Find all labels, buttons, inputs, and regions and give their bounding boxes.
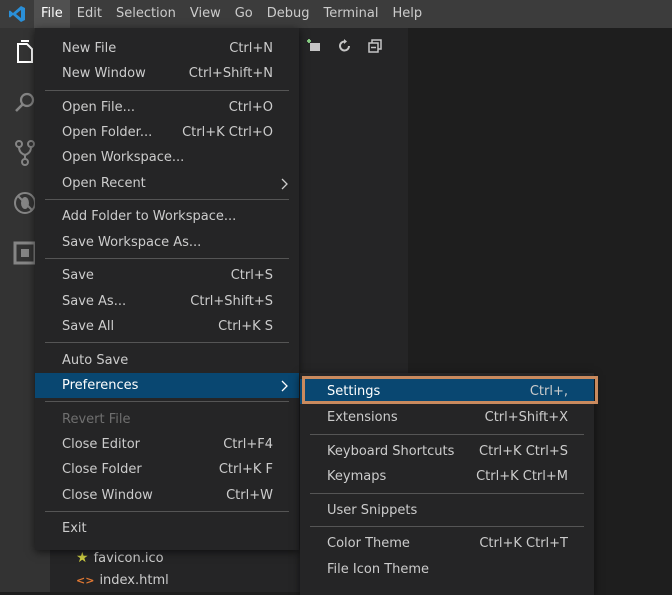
new-file-icon[interactable]: [307, 38, 323, 54]
preferences-submenu: Settings Ctrl+, Extensions Ctrl+Shift+X …: [300, 373, 594, 595]
menu-separator: [45, 90, 289, 91]
menu-debug[interactable]: Debug: [260, 0, 317, 28]
menu-item-save-as[interactable]: Save As... Ctrl+Shift+S: [35, 289, 299, 314]
menu-separator: [45, 401, 289, 402]
menu-item-keyboard-shortcuts[interactable]: Keyboard Shortcuts Ctrl+K Ctrl+S: [300, 439, 594, 464]
menu-separator: [45, 199, 289, 200]
menu-item-new-window[interactable]: New Window Ctrl+Shift+N: [35, 61, 299, 86]
menu-item-color-theme[interactable]: Color Theme Ctrl+K Ctrl+T: [300, 531, 594, 556]
chevron-right-icon: [279, 373, 289, 398]
menu-item-settings[interactable]: Settings Ctrl+,: [300, 379, 594, 404]
menu-separator: [45, 258, 289, 259]
menu-view[interactable]: View: [183, 0, 228, 28]
menu-help[interactable]: Help: [385, 0, 429, 28]
star-icon: ★: [76, 550, 89, 566]
menu-item-open-workspace[interactable]: Open Workspace...: [35, 145, 299, 170]
refresh-icon[interactable]: [337, 38, 353, 54]
menu-item-file-icon-theme[interactable]: File Icon Theme: [300, 557, 594, 582]
menu-separator: [310, 434, 584, 435]
menu-item-exit[interactable]: Exit: [35, 516, 299, 541]
menu-selection[interactable]: Selection: [109, 0, 183, 28]
menu-separator: [45, 342, 289, 343]
menu-item-user-snippets[interactable]: User Snippets: [300, 498, 594, 523]
menu-item-keymaps[interactable]: Keymaps Ctrl+K Ctrl+M: [300, 464, 594, 489]
file-name: index.html: [99, 572, 169, 588]
menu-separator: [310, 526, 584, 527]
menu-item-open-recent[interactable]: Open Recent: [35, 171, 299, 196]
menu-go[interactable]: Go: [228, 0, 260, 28]
vscode-logo-icon: [0, 0, 34, 28]
collapse-all-icon[interactable]: [367, 38, 383, 54]
menu-file[interactable]: File: [34, 0, 70, 28]
menu-terminal[interactable]: Terminal: [317, 0, 386, 28]
menu-item-save[interactable]: Save Ctrl+S: [35, 263, 299, 288]
menu-item-close-window[interactable]: Close Window Ctrl+W: [35, 483, 299, 508]
file-menu: New File Ctrl+N New Window Ctrl+Shift+N …: [35, 28, 299, 550]
chevron-right-icon: [279, 171, 289, 196]
menu-separator: [310, 493, 584, 494]
menu-item-close-folder[interactable]: Close Folder Ctrl+K F: [35, 457, 299, 482]
menu-item-revert-file: Revert File: [62, 412, 131, 427]
menu-separator: [45, 511, 289, 512]
tree-item-favicon[interactable]: ★ favicon.ico: [76, 548, 164, 568]
file-name: favicon.ico: [93, 550, 164, 566]
menu-bar: File Edit Selection View Go Debug Termin…: [0, 0, 672, 28]
menu-item-auto-save[interactable]: Auto Save: [35, 348, 299, 373]
menu-item-save-all[interactable]: Save All Ctrl+K S: [35, 314, 299, 339]
menu-item-save-workspace-as[interactable]: Save Workspace As...: [35, 230, 299, 255]
tree-item-index-html[interactable]: <> index.html: [76, 570, 169, 590]
menu-item-extensions[interactable]: Extensions Ctrl+Shift+X: [300, 405, 594, 430]
menu-item-preferences[interactable]: Preferences: [35, 373, 299, 398]
menu-item-new-file[interactable]: New File Ctrl+N: [35, 36, 299, 61]
menu-item-open-file[interactable]: Open File... Ctrl+O: [35, 95, 299, 120]
html-code-icon: <>: [76, 573, 95, 587]
explorer-toolbar: [307, 34, 383, 58]
menu-item-close-editor[interactable]: Close Editor Ctrl+F4: [35, 432, 299, 457]
menu-item-open-folder[interactable]: Open Folder... Ctrl+K Ctrl+O: [35, 120, 299, 145]
menu-item-add-folder-to-workspace[interactable]: Add Folder to Workspace...: [35, 204, 299, 229]
menu-edit[interactable]: Edit: [70, 0, 109, 28]
